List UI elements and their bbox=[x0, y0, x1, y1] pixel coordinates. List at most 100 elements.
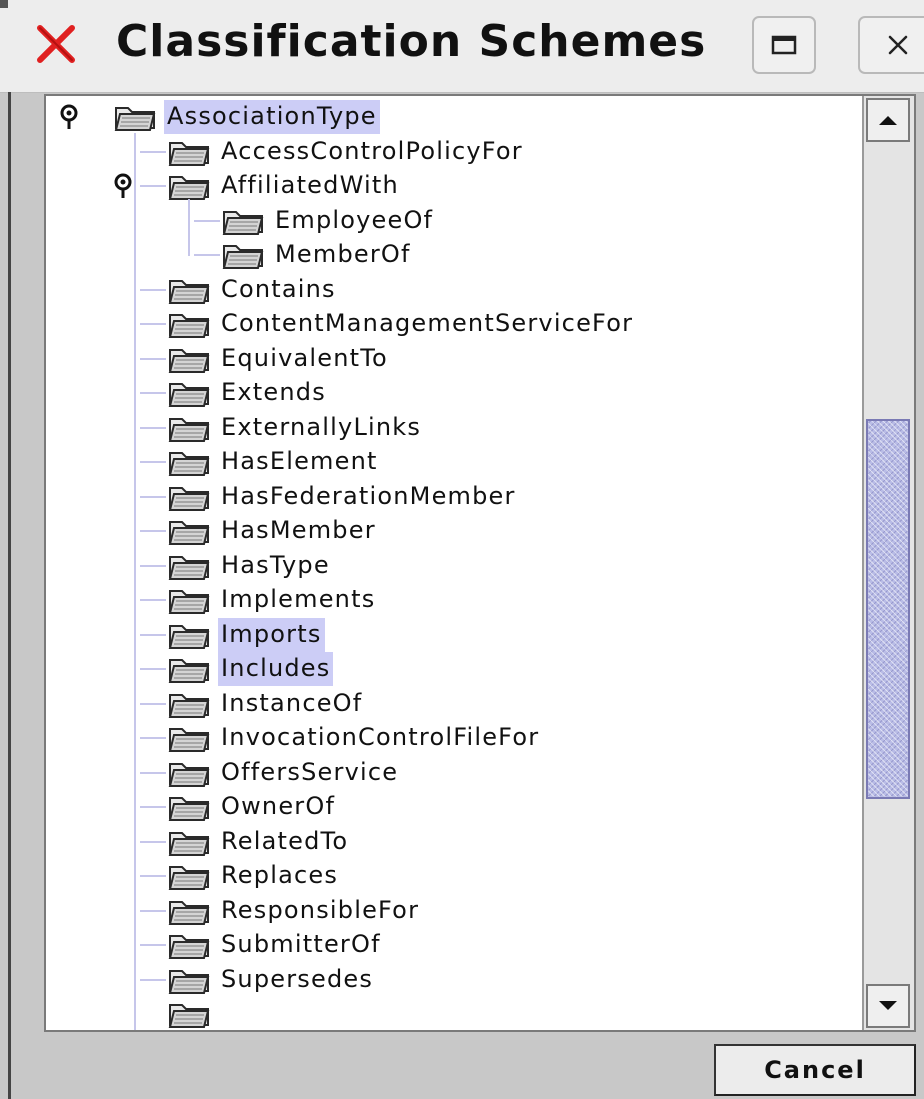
tree-connector-line bbox=[140, 909, 166, 912]
tree-node[interactable]: InstanceOf bbox=[140, 687, 365, 721]
tree-connector-line bbox=[140, 840, 166, 843]
folder-icon bbox=[168, 831, 210, 856]
folder-icon bbox=[114, 107, 156, 131]
tree-node-label: Replaces bbox=[221, 861, 339, 889]
tree-node[interactable]: EquivalentTo bbox=[140, 342, 391, 376]
folder-icon bbox=[168, 797, 210, 821]
tree-node[interactable]: EmployeeOf bbox=[194, 204, 436, 238]
folder-icon bbox=[222, 210, 264, 235]
folder-icon bbox=[168, 555, 210, 580]
tree-node[interactable]: ContentManagementServiceFor bbox=[140, 307, 636, 341]
tree-panel[interactable]: AssociationType AccessControlPolicyFor Aff… bbox=[44, 94, 916, 1032]
tree-node-partial[interactable] bbox=[168, 997, 218, 1030]
tree-node[interactable]: HasElement bbox=[140, 445, 381, 479]
tree-node-label: ResponsibleFor bbox=[221, 895, 420, 924]
tree-connector-line bbox=[140, 737, 166, 739]
tree-guide-line bbox=[134, 133, 136, 1030]
tree-node-label: HasMember bbox=[221, 516, 376, 544]
tree-node[interactable]: HasType bbox=[140, 549, 333, 583]
tree-node-label: AssociationType bbox=[164, 100, 380, 134]
tree-connector-line bbox=[140, 806, 166, 808]
tree-node[interactable]: AffiliatedWith bbox=[114, 169, 402, 203]
tree-connector-line bbox=[140, 495, 166, 498]
folder-icon bbox=[168, 521, 210, 545]
folder-icon bbox=[168, 1004, 210, 1028]
tree-node-label: HasType bbox=[221, 550, 330, 579]
maximize-button[interactable] bbox=[752, 16, 816, 74]
tree-node-label: InstanceOf bbox=[221, 688, 363, 717]
folder-icon bbox=[168, 383, 210, 407]
tree-node[interactable]: MemberOf bbox=[194, 238, 414, 272]
expand-toggle-icon[interactable] bbox=[58, 102, 80, 132]
tree-connector-line bbox=[140, 944, 166, 946]
scroll-thumb[interactable] bbox=[866, 418, 910, 799]
title-bar[interactable]: Classification Schemes bbox=[0, 0, 924, 93]
tree-node[interactable]: InvocationControlFileFor bbox=[140, 721, 542, 755]
tree-connector-line bbox=[140, 426, 166, 429]
folder-icon bbox=[168, 486, 210, 511]
tree-node[interactable]: Implements bbox=[140, 583, 378, 617]
folder-icon bbox=[168, 900, 210, 925]
red-x-icon bbox=[37, 25, 75, 63]
tree-connector-line bbox=[140, 150, 166, 153]
tree-connector-line bbox=[140, 599, 166, 601]
tree-node-label: Supersedes bbox=[221, 964, 374, 993]
tree-node-label: EquivalentTo bbox=[221, 343, 388, 372]
tree-node-label: AccessControlPolicyFor bbox=[221, 136, 523, 165]
tree-node[interactable]: HasFederationMember bbox=[140, 480, 519, 514]
tree-node[interactable]: Includes bbox=[140, 652, 334, 686]
tree-connector-line bbox=[140, 633, 166, 636]
tree-node[interactable]: SubmitterOf bbox=[140, 928, 384, 962]
tree-node[interactable]: Extends bbox=[140, 376, 329, 410]
tree-node-label: ExternallyLinks bbox=[221, 412, 422, 441]
tree-node-label: InvocationControlFileFor bbox=[221, 723, 540, 751]
vertical-scrollbar[interactable] bbox=[862, 96, 914, 1030]
tree-connector-line bbox=[194, 219, 220, 222]
tree-node-label: Contains bbox=[221, 274, 336, 303]
tree-connector-line bbox=[140, 875, 166, 877]
tree-node[interactable]: Imports bbox=[140, 617, 325, 652]
tree-root-node[interactable]: AssociationType bbox=[60, 100, 380, 134]
close-icon bbox=[888, 35, 908, 55]
folder-icon bbox=[168, 935, 210, 959]
tree-node-label: HasFederationMember bbox=[221, 481, 516, 510]
tree-connector-line bbox=[194, 254, 220, 256]
tree-node-label: OwnerOf bbox=[221, 792, 336, 820]
tree-connector-line bbox=[140, 978, 166, 981]
folder-icon bbox=[168, 624, 210, 649]
close-button[interactable] bbox=[858, 16, 924, 74]
association-type-tree[interactable]: AssociationType AccessControlPolicyFor Aff… bbox=[46, 96, 860, 1030]
folder-icon bbox=[168, 314, 210, 338]
tree-connector-line bbox=[140, 530, 166, 532]
tree-connector-line bbox=[140, 288, 166, 291]
tree-node[interactable]: OffersService bbox=[140, 756, 401, 790]
tree-connector-line bbox=[140, 323, 166, 325]
tree-node-label: AffiliatedWith bbox=[221, 171, 399, 199]
tree-connector-line bbox=[140, 185, 166, 187]
tree-node[interactable]: HasMember bbox=[140, 514, 379, 548]
tree-node[interactable]: RelatedTo bbox=[140, 825, 351, 859]
scroll-up-button[interactable] bbox=[866, 98, 910, 142]
tree-node[interactable]: ExternallyLinks bbox=[140, 411, 424, 445]
tree-node[interactable]: ResponsibleFor bbox=[140, 894, 422, 928]
tree-node-label: SubmitterOf bbox=[221, 930, 381, 958]
folder-icon bbox=[168, 417, 210, 442]
scroll-down-button[interactable] bbox=[866, 984, 910, 1028]
folder-icon bbox=[168, 728, 210, 752]
folder-icon bbox=[168, 693, 210, 718]
arrow-up-icon bbox=[879, 116, 897, 125]
cancel-button[interactable]: Cancel bbox=[714, 1044, 916, 1096]
tree-node-label: Imports bbox=[218, 617, 325, 652]
folder-icon bbox=[168, 176, 210, 200]
tree-node[interactable]: Supersedes bbox=[140, 963, 376, 997]
arrow-down-icon bbox=[879, 1001, 897, 1010]
tree-node-label: ContentManagementServiceFor bbox=[221, 309, 634, 337]
tree-node[interactable]: OwnerOf bbox=[140, 790, 338, 824]
folder-icon bbox=[168, 141, 210, 166]
tree-connector-line bbox=[140, 564, 166, 567]
window-corner bbox=[0, 0, 8, 8]
tree-node[interactable]: AccessControlPolicyFor bbox=[140, 135, 526, 169]
expand-toggle-icon[interactable] bbox=[112, 171, 134, 201]
tree-node[interactable]: Replaces bbox=[140, 859, 341, 893]
tree-node[interactable]: Contains bbox=[140, 273, 339, 307]
